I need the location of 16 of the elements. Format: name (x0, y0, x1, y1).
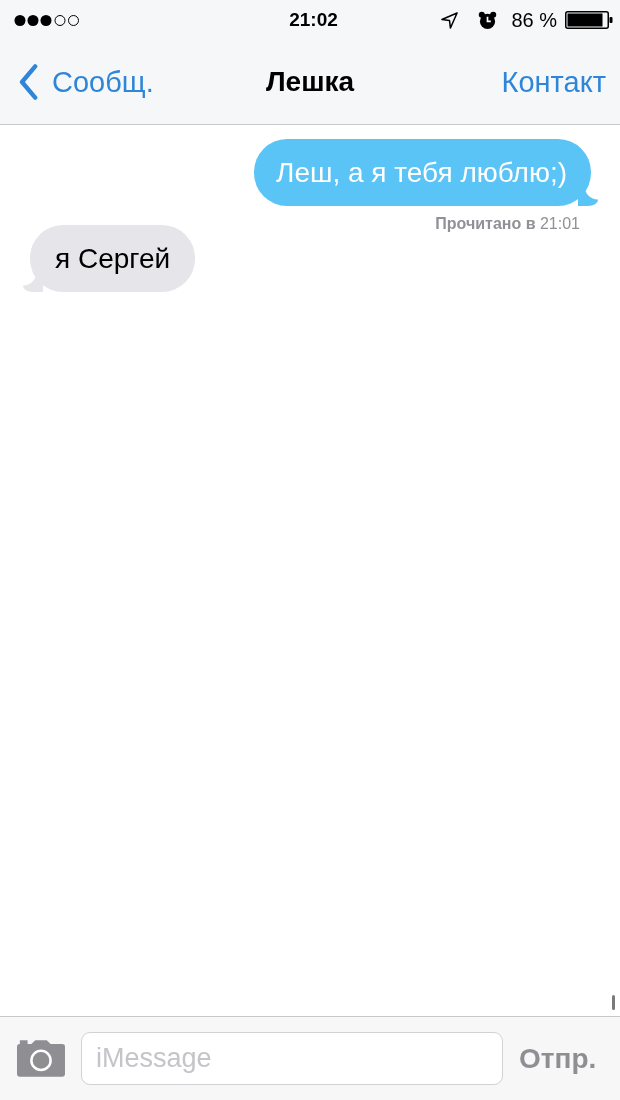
contact-button[interactable]: Контакт (501, 65, 606, 99)
signal-strength-icon (14, 13, 80, 27)
conversation-title: Лешка (265, 66, 355, 98)
battery-percentage: 86 % (511, 8, 557, 32)
sent-message-bubble: Леш, а я тебя люблю;) (254, 139, 598, 206)
received-message-bubble: я Сергей (23, 225, 196, 292)
back-label: Сообщ. (52, 65, 154, 99)
battery-icon (565, 11, 613, 29)
status-time: 21:02 (289, 9, 338, 31)
location-arrow-icon (441, 11, 459, 29)
back-button[interactable]: Сообщ. (16, 64, 154, 100)
camera-icon[interactable] (17, 1040, 65, 1077)
scroll-indicator (612, 995, 615, 1010)
read-receipt: Прочитано в 21:01 (435, 216, 580, 232)
alarm-clock-icon (478, 10, 498, 30)
message-input-field[interactable]: iMessage (81, 1032, 503, 1085)
